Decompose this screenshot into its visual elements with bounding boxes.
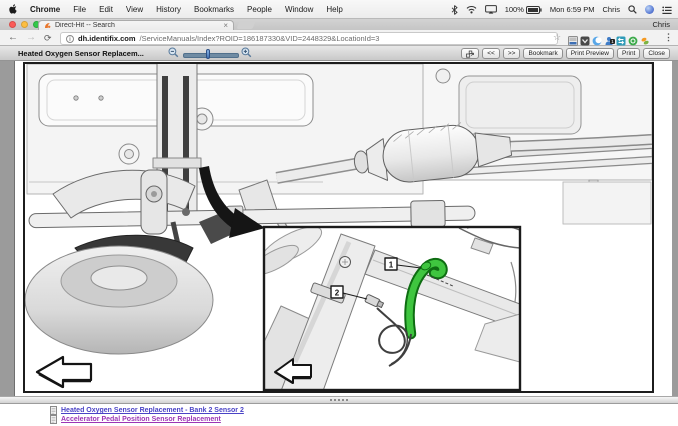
link-row: Heated Oxygen Sensor Replacement - Bank … bbox=[50, 406, 244, 415]
notification-center-icon[interactable] bbox=[662, 6, 672, 14]
page-info-icon[interactable]: i bbox=[66, 35, 74, 43]
extensions-row: 1 bbox=[568, 33, 650, 43]
zoom-controls bbox=[168, 47, 252, 60]
tab-close-icon[interactable]: × bbox=[223, 22, 228, 29]
zoom-out-icon[interactable] bbox=[168, 45, 179, 63]
zoom-slider[interactable] bbox=[183, 49, 237, 59]
menu-item-history[interactable]: History bbox=[156, 5, 181, 14]
svg-text:1: 1 bbox=[389, 261, 394, 270]
related-links-panel: Heated Oxygen Sensor Replacement - Bank … bbox=[0, 404, 678, 426]
url-host: dh.identifix.com bbox=[78, 34, 136, 43]
profile-name[interactable]: Chris bbox=[652, 20, 670, 29]
extension-badge: 1 bbox=[610, 39, 615, 44]
menu-item-people[interactable]: People bbox=[247, 5, 272, 14]
viewer-toolbar: Heated Oxygen Sensor Replacem... << >> B… bbox=[0, 46, 678, 61]
wifi-icon[interactable] bbox=[466, 5, 477, 14]
browser-tab[interactable]: Direct-Hit -- Search × bbox=[38, 20, 234, 30]
battery-icon bbox=[526, 6, 542, 14]
tab-strip: Direct-Hit -- Search × Chris bbox=[0, 19, 678, 30]
tab-favicon bbox=[44, 22, 51, 29]
viewer-buttons: << >> Bookmark Print Preview Print Close bbox=[461, 48, 670, 59]
print-button[interactable]: Print bbox=[617, 48, 640, 59]
extension-sync-icon[interactable] bbox=[616, 33, 626, 43]
fit-icon bbox=[466, 50, 474, 58]
reload-button[interactable]: ⟳ bbox=[44, 31, 52, 45]
back-button[interactable]: ← bbox=[8, 31, 18, 45]
menu-item-bookmarks[interactable]: Bookmarks bbox=[194, 5, 234, 14]
pane-splitter[interactable] bbox=[0, 396, 678, 404]
bookmark-star-icon[interactable]: ☆ bbox=[553, 32, 561, 43]
tire bbox=[25, 246, 213, 354]
extension-window-icon[interactable] bbox=[568, 33, 578, 43]
extension-lock-icon[interactable]: 1 bbox=[604, 33, 614, 43]
window-close-button[interactable] bbox=[9, 21, 16, 28]
browser-menu-icon[interactable]: ⋮ bbox=[664, 32, 673, 43]
link-heated-oxygen-sensor[interactable]: Heated Oxygen Sensor Replacement - Bank … bbox=[61, 407, 244, 414]
document-icon bbox=[50, 406, 57, 415]
close-button[interactable]: Close bbox=[643, 48, 670, 59]
underbody-figure: 1 2 bbox=[23, 62, 654, 393]
document-title: Heated Oxygen Sensor Replacem... bbox=[18, 49, 144, 58]
apple-menu[interactable] bbox=[8, 3, 17, 16]
menu-item-help[interactable]: Help bbox=[326, 5, 342, 14]
extension-green-circle-icon[interactable] bbox=[628, 33, 638, 43]
display-mirroring-icon[interactable] bbox=[485, 5, 497, 14]
inset-detail: 1 2 bbox=[241, 219, 520, 391]
siri-icon[interactable] bbox=[645, 5, 654, 14]
window-minimize-button[interactable] bbox=[21, 21, 28, 28]
macos-menu-bar: Chrome File Edit View History Bookmarks … bbox=[0, 0, 678, 19]
viewer-canvas: 1 2 bbox=[0, 61, 678, 396]
menu-bar-clock[interactable]: Mon 6:59 PM bbox=[550, 5, 595, 14]
zoom-slider-thumb[interactable] bbox=[206, 49, 210, 59]
url-field[interactable]: i dh.identifix.com/ServiceManuals/Index?… bbox=[60, 32, 558, 45]
url-path: /ServiceManuals/Index?ROID=186187330&VID… bbox=[140, 34, 380, 43]
link-accelerator-pedal-sensor[interactable]: Accelerator Pedal Position Sensor Replac… bbox=[61, 416, 221, 423]
battery-indicator[interactable]: 100% bbox=[505, 5, 542, 14]
menu-item-chrome[interactable]: Chrome bbox=[30, 5, 60, 14]
extension-crescent-icon[interactable] bbox=[592, 33, 602, 43]
new-tab-button[interactable] bbox=[236, 21, 255, 29]
menu-item-window[interactable]: Window bbox=[285, 5, 313, 14]
spotlight-search-icon[interactable] bbox=[628, 5, 637, 14]
battery-percent-label: 100% bbox=[505, 5, 524, 14]
document-icon bbox=[50, 415, 57, 424]
tab-title: Direct-Hit -- Search bbox=[55, 22, 219, 29]
menu-bar-user[interactable]: Chris bbox=[602, 5, 620, 14]
menu-item-view[interactable]: View bbox=[126, 5, 143, 14]
zoom-slider-track[interactable] bbox=[183, 53, 239, 58]
menu-item-file[interactable]: File bbox=[73, 5, 86, 14]
bluetooth-icon[interactable] bbox=[451, 5, 458, 15]
link-row: Accelerator Pedal Position Sensor Replac… bbox=[50, 415, 221, 424]
fit-to-window-button[interactable] bbox=[461, 48, 479, 59]
document-page: 1 2 bbox=[14, 61, 672, 396]
svg-text:2: 2 bbox=[335, 289, 340, 298]
forward-button[interactable]: → bbox=[26, 31, 36, 45]
bookmark-button[interactable]: Bookmark bbox=[523, 48, 562, 59]
extension-paw-icon[interactable] bbox=[640, 33, 650, 43]
page-back-button[interactable]: << bbox=[482, 48, 500, 59]
zoom-in-icon[interactable] bbox=[241, 45, 252, 63]
browser-toolbar: ← → ⟳ i dh.identifix.com/ServiceManuals/… bbox=[0, 30, 678, 46]
extension-shield-icon[interactable] bbox=[580, 33, 590, 43]
print-preview-button[interactable]: Print Preview bbox=[566, 48, 614, 59]
menu-item-edit[interactable]: Edit bbox=[99, 5, 113, 14]
apple-icon bbox=[8, 3, 17, 14]
page-forward-button[interactable]: >> bbox=[503, 48, 521, 59]
screen: Chrome File Edit View History Bookmarks … bbox=[0, 0, 678, 426]
fuel-tank bbox=[459, 76, 581, 134]
